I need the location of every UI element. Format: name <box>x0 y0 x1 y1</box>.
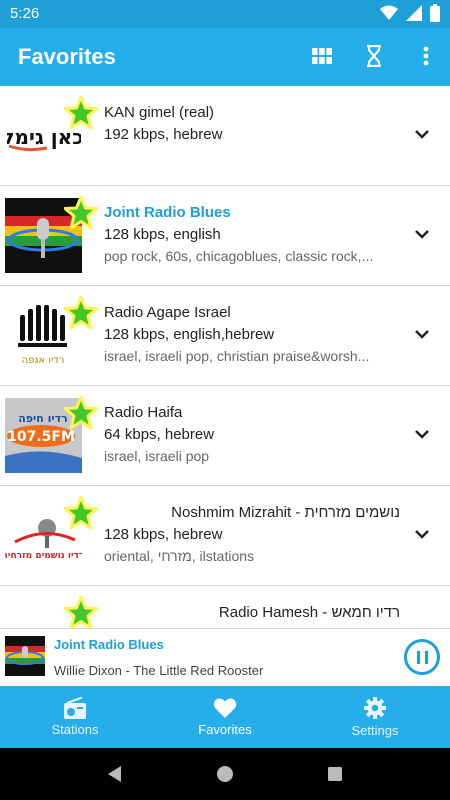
station-bitrate: 128 kbps, english <box>104 226 221 243</box>
bottom-nav: Stations Favorites Settings <box>0 686 450 748</box>
grid-icon[interactable] <box>308 42 336 70</box>
pause-icon <box>424 650 428 664</box>
chevron-down-icon[interactable] <box>412 224 432 244</box>
wifi-icon <box>380 5 398 26</box>
more-vert-icon[interactable] <box>412 42 440 70</box>
page-title: Favorites <box>18 44 116 69</box>
radio-icon <box>64 697 86 719</box>
nav-settings-label: Settings <box>351 723 399 738</box>
station-bitrate: 64 kbps, hebrew <box>104 426 215 443</box>
station-row[interactable]: רדיו חיפה 107.5FM Radio Haifa 64 kbps, h… <box>0 386 450 486</box>
station-row[interactable]: Joint Radio Blues 128 kbps, english pop … <box>0 186 450 286</box>
favorite-star-icon[interactable] <box>64 296 98 330</box>
station-info: Radio Agape Israel 128 kbps, english,heb… <box>104 304 400 370</box>
haifa-freq-text: 107.5FM <box>7 429 75 445</box>
recents-icon[interactable] <box>326 765 344 783</box>
favorite-star-icon[interactable] <box>64 496 98 530</box>
station-row[interactable]: רדיו אגפה Radio Agape Israel 128 kbps, e… <box>0 286 450 386</box>
nav-stations-label: Stations <box>51 722 99 737</box>
station-tags: israel, israeli pop, christian praise&wo… <box>104 348 370 364</box>
favorite-star-icon[interactable] <box>64 396 98 430</box>
status-time: 5:26 <box>10 5 40 22</box>
station-bitrate: 128 kbps, hebrew <box>104 526 223 543</box>
station-name: Radio Hamesh - רדיו חמאש <box>218 604 400 621</box>
gear-icon <box>364 697 386 719</box>
station-tags <box>104 148 400 170</box>
favorites-list[interactable]: כאן גימל KAN gimel (real) 192 kbps, hebr… <box>0 86 450 628</box>
app-bar: Favorites <box>0 28 450 86</box>
favorite-star-icon[interactable] <box>64 196 98 230</box>
station-tags: israel, israeli pop <box>104 448 210 464</box>
chevron-down-icon[interactable] <box>412 324 432 344</box>
pause-icon <box>416 650 420 664</box>
chevron-down-icon[interactable] <box>412 424 432 444</box>
now-playing-bar[interactable]: Joint Radio Blues Willie Dixon - The Lit… <box>0 628 450 686</box>
app-bar-actions <box>308 42 440 70</box>
station-row[interactable]: כאן גימל KAN gimel (real) 192 kbps, hebr… <box>0 86 450 186</box>
agape-logo-text: רדיו אגפה <box>21 355 64 366</box>
station-name: KAN gimel (real) <box>104 104 215 121</box>
now-playing-logo <box>5 636 45 676</box>
status-icons <box>380 4 440 27</box>
chevron-down-icon[interactable] <box>412 524 432 544</box>
station-row[interactable]: Radio Hamesh - רדיו חמאש <box>0 586 450 628</box>
back-icon[interactable] <box>106 765 124 783</box>
station-info: KAN gimel (real) 192 kbps, hebrew <box>104 104 400 170</box>
now-playing-track: Willie Dixon - The Little Red Rooster <box>54 663 264 678</box>
station-row[interactable]: רדיו נושמים מזרחית Noshmim Mizrahit - נו… <box>0 486 450 586</box>
station-name: Joint Radio Blues <box>104 204 231 221</box>
status-bar: 5:26 <box>0 0 450 28</box>
station-bitrate: 128 kbps, english,hebrew <box>104 326 275 343</box>
home-icon[interactable] <box>216 765 234 783</box>
station-tags: pop rock, 60s, chicagoblues, classic roc… <box>104 248 374 264</box>
station-name: Noshmim Mizrahit - נושמים מזרחית <box>171 504 400 521</box>
system-nav-bar <box>0 748 450 800</box>
station-bitrate: 192 kbps, hebrew <box>104 126 223 143</box>
station-info: Radio Haifa 64 kbps, hebrew israel, isra… <box>104 404 400 470</box>
pause-button[interactable] <box>404 639 440 675</box>
battery-icon <box>430 4 440 27</box>
now-playing-title: Joint Radio Blues <box>54 637 164 652</box>
signal-icon <box>406 5 422 26</box>
haifa-brand-text: רדיו חיפה <box>18 412 68 425</box>
nav-settings[interactable]: Settings <box>300 686 450 748</box>
chevron-down-icon[interactable] <box>412 124 432 144</box>
nav-favorites[interactable]: Favorites <box>150 686 300 748</box>
station-tags: oriental, מזרחי, ilstations <box>104 548 255 564</box>
station-name: Radio Haifa <box>104 404 183 421</box>
station-info: Joint Radio Blues 128 kbps, english pop … <box>104 204 400 270</box>
station-name: Radio Agape Israel <box>104 304 231 321</box>
heart-icon <box>213 698 237 718</box>
station-info: Noshmim Mizrahit - נושמים מזרחית 128 kbp… <box>104 504 400 570</box>
nav-favorites-label: Favorites <box>198 722 252 737</box>
noshmim-logo-text: רדיו נושמים מזרחית <box>5 551 82 561</box>
favorite-star-icon[interactable] <box>64 596 98 628</box>
nav-stations[interactable]: Stations <box>0 686 150 748</box>
station-info: Radio Hamesh - רדיו חמאש <box>104 604 400 628</box>
favorite-star-icon[interactable] <box>64 96 98 130</box>
hourglass-icon[interactable] <box>360 42 388 70</box>
